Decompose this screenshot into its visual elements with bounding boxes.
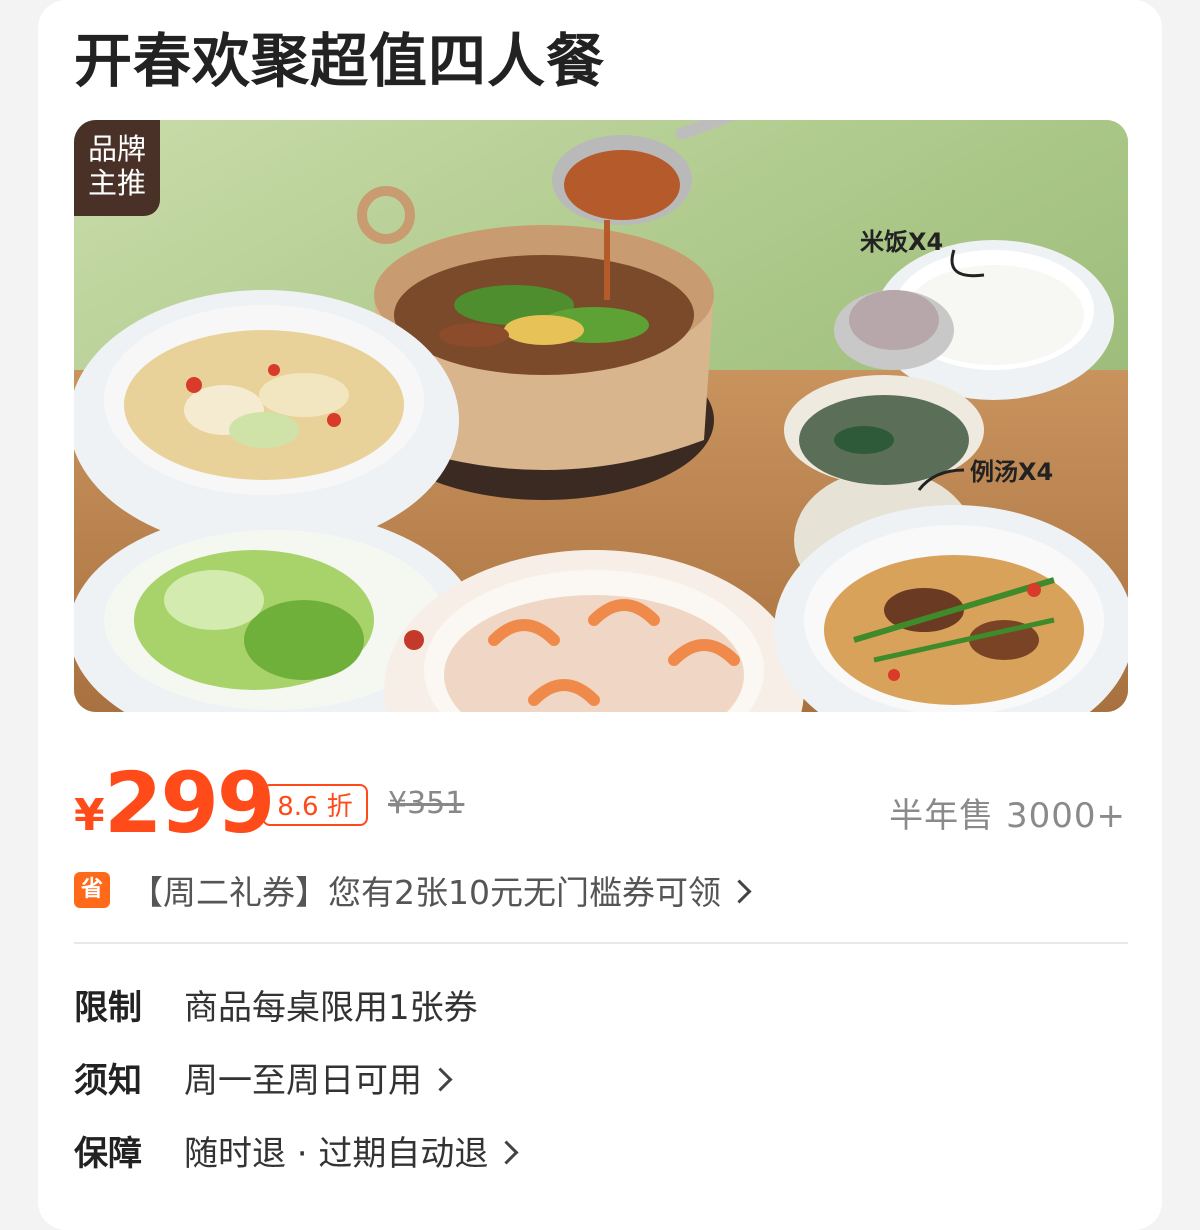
soup-label: 例汤X4 — [970, 458, 1054, 486]
product-hero-image[interactable] — [74, 120, 1128, 712]
sales-count: 半年售 3000+ — [889, 796, 1126, 836]
price-row: ¥ 299 8.6 折 ¥351 半年售 3000+ — [74, 754, 1128, 852]
info-row-notice[interactable]: 须知 周一至周日可用 — [74, 1053, 1128, 1103]
badge-line2: 主推 — [87, 166, 146, 200]
coupon-row[interactable]: 省 【周二礼券】您有2张10元无门槛券可领 — [74, 862, 1128, 912]
info-row-guarantee[interactable]: 保障 随时退 · 过期自动退 — [74, 1126, 1128, 1176]
food-illustration — [74, 120, 1128, 712]
brand-featured-badge: 品牌 主推 — [74, 120, 160, 216]
discount-badge: 8.6 折 — [262, 784, 368, 826]
info-value: 随时退 · 过期自动退 — [184, 1134, 489, 1174]
save-icon: 省 — [74, 872, 110, 908]
product-title: 开春欢聚超值四人餐 — [74, 27, 606, 95]
info-value-link[interactable]: 随时退 · 过期自动退 — [184, 1126, 519, 1175]
info-row-limit: 限制 商品每桌限用1张券 — [74, 980, 1128, 1030]
chevron-right-icon — [727, 879, 752, 904]
info-label: 限制 — [74, 988, 142, 1028]
original-price: ¥351 — [388, 786, 465, 821]
chevron-right-icon — [494, 1140, 519, 1165]
info-value: 周一至周日可用 — [184, 1061, 422, 1101]
chevron-right-icon — [428, 1067, 453, 1092]
info-label: 保障 — [74, 1134, 142, 1174]
badge-line1: 品牌 — [87, 132, 146, 166]
info-label: 须知 — [74, 1061, 142, 1101]
currency-symbol: ¥ — [74, 790, 105, 841]
current-price: 299 — [104, 754, 275, 852]
rice-label: 米饭X4 — [860, 228, 944, 256]
coupon-text[interactable]: 【周二礼券】您有2张10元无门槛券可领 — [130, 866, 752, 914]
divider — [74, 942, 1128, 944]
coupon-label: 【周二礼券】您有2张10元无门槛券可领 — [130, 873, 721, 912]
info-value-link[interactable]: 周一至周日可用 — [184, 1053, 453, 1102]
info-value: 商品每桌限用1张券 — [184, 988, 478, 1028]
